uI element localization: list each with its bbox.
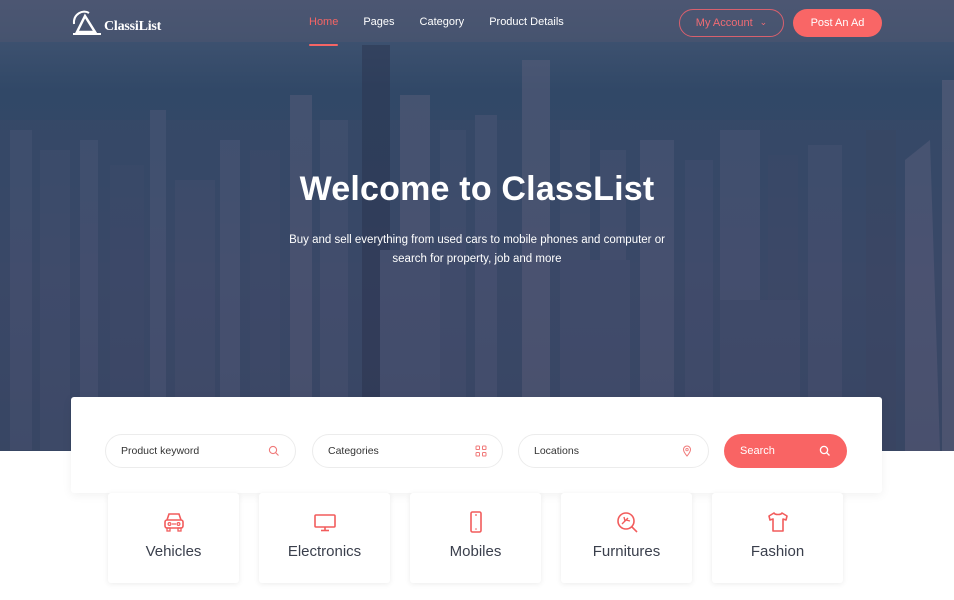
hero-banner: ClassiList Home Pages Category Product D… [0,0,954,451]
main-nav: Home Pages Category Product Details [309,16,589,46]
city-skyline-background [0,45,954,451]
post-ad-button[interactable]: Post An Ad [793,9,882,37]
locations-placeholder: Locations [534,445,579,457]
top-navbar: ClassiList Home Pages Category Product D… [0,0,954,46]
nav-product-details[interactable]: Product Details [489,16,564,28]
furniture-icon [616,512,638,533]
category-card-vehicles[interactable]: Vehicles [108,493,239,583]
category-label: Mobiles [449,543,502,560]
search-icon [268,445,279,456]
category-card-furnitures[interactable]: Furnitures [561,493,692,583]
category-card-mobiles[interactable]: Mobiles [410,493,541,583]
category-label: Vehicles [145,543,202,560]
categories-select[interactable]: Categories [312,434,503,468]
logo[interactable]: ClassiList [71,8,161,36]
locations-select[interactable]: Locations [518,434,709,468]
car-icon [163,513,184,532]
mobile-phone-icon [469,511,482,533]
map-pin-icon [682,445,692,457]
search-button-label: Search [740,445,775,457]
categories-placeholder: Categories [328,445,379,457]
category-card-electronics[interactable]: Electronics [259,493,390,583]
my-account-button[interactable]: My Account ⌄ [679,9,784,37]
grid-icon [475,445,487,457]
monitor-icon [313,514,336,532]
search-panel: Product keyword Categories Locations Sea… [71,397,882,493]
logo-text: ClassiList [104,19,162,34]
category-label: Furnitures [592,543,661,560]
my-account-label: My Account [695,17,753,29]
product-keyword-placeholder: Product keyword [121,445,200,457]
nav-pages[interactable]: Pages [363,16,394,28]
hero-subtitle: Buy and sell everything from used cars t… [0,231,954,269]
category-list: Vehicles Electronics Mobiles Furnitures … [108,493,863,583]
category-card-fashion[interactable]: Fashion [712,493,843,583]
tshirt-icon [767,512,788,532]
hero-subtitle-line-2: search for property, job and more [392,253,562,265]
chevron-down-icon: ⌄ [759,16,768,27]
nav-category[interactable]: Category [420,16,465,28]
search-icon [819,445,830,456]
hero-title: Welcome to ClassList [299,170,655,208]
hero-subtitle-line-1: Buy and sell everything from used cars t… [289,234,665,246]
nav-home[interactable]: Home [309,16,339,46]
product-keyword-input[interactable]: Product keyword [105,434,296,468]
category-label: Electronics [287,543,362,560]
logo-mark-icon [72,10,101,35]
category-label: Fashion [750,543,805,560]
search-button[interactable]: Search [724,434,847,468]
